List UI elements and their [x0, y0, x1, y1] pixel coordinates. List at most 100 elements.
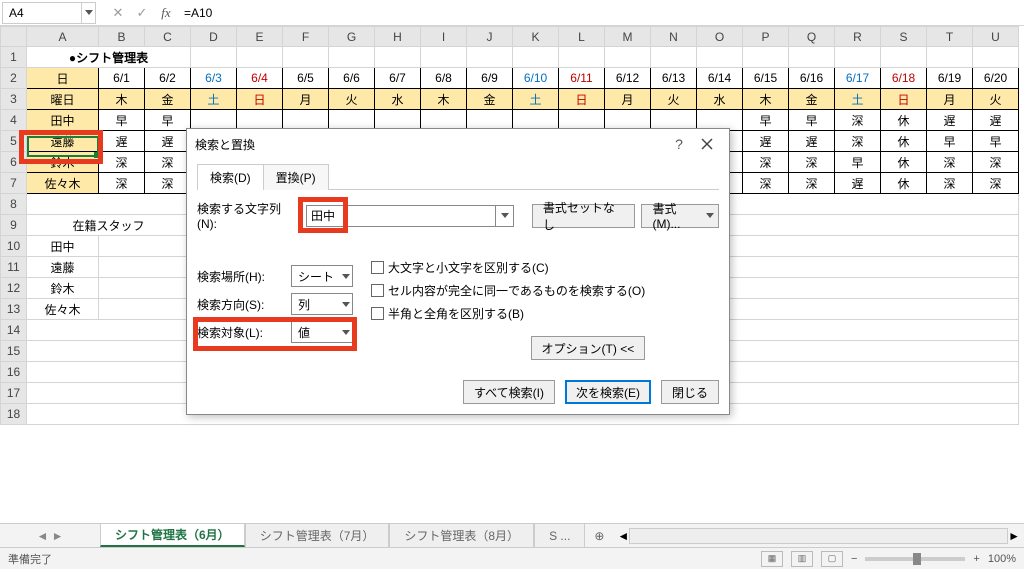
cell[interactable]: 土 [191, 89, 237, 110]
zoom-slider[interactable] [865, 557, 965, 561]
cell[interactable]: 早 [973, 131, 1019, 152]
cell[interactable]: 水 [697, 89, 743, 110]
select-all-corner[interactable] [1, 27, 27, 47]
cell[interactable]: 深 [927, 152, 973, 173]
cell[interactable]: 遅 [835, 173, 881, 194]
cell[interactable]: 6/17 [835, 68, 881, 89]
cell[interactable]: 火 [973, 89, 1019, 110]
sheet-tab[interactable]: シフト管理表（8月） [389, 524, 534, 547]
col-header[interactable]: J [467, 27, 513, 47]
col-header[interactable]: P [743, 27, 789, 47]
col-header[interactable]: S [881, 27, 927, 47]
row-header[interactable]: 1 [1, 47, 27, 68]
row-header[interactable]: 7 [1, 173, 27, 194]
cell[interactable]: 6/16 [789, 68, 835, 89]
within-select[interactable]: シート [291, 265, 353, 287]
cell[interactable]: 6/1 [99, 68, 145, 89]
cell[interactable]: 遅 [99, 131, 145, 152]
cell[interactable]: 日 [27, 68, 99, 89]
cell[interactable]: 深 [927, 173, 973, 194]
cell[interactable]: 土 [513, 89, 559, 110]
close-button[interactable]: 閉じる [661, 380, 719, 404]
cell[interactable]: 佐々木 [27, 299, 99, 320]
cell[interactable]: 水 [375, 89, 421, 110]
col-header[interactable]: U [973, 27, 1019, 47]
cell[interactable]: 早 [743, 110, 789, 131]
cell[interactable]: 6/8 [421, 68, 467, 89]
cell[interactable]: 休 [881, 152, 927, 173]
col-header[interactable]: E [237, 27, 283, 47]
row-header[interactable]: 4 [1, 110, 27, 131]
fx-icon[interactable]: fx [154, 3, 178, 23]
col-header[interactable]: I [421, 27, 467, 47]
row-header[interactable]: 5 [1, 131, 27, 152]
col-header[interactable]: N [651, 27, 697, 47]
cell[interactable]: 月 [283, 89, 329, 110]
cell[interactable]: 木 [421, 89, 467, 110]
cell[interactable]: 深 [743, 152, 789, 173]
zoom-level[interactable]: 100% [988, 553, 1016, 565]
checkbox-match-case[interactable] [371, 261, 384, 274]
cell[interactable]: 鈴木 [27, 152, 99, 173]
tab-find[interactable]: 検索(D) [197, 164, 264, 190]
cell[interactable]: 深 [973, 152, 1019, 173]
cell[interactable]: 6/9 [467, 68, 513, 89]
col-header[interactable]: L [559, 27, 605, 47]
search-direction-select[interactable]: 列 [291, 293, 353, 315]
sheet-tab[interactable]: シフト管理表（7月） [245, 524, 390, 547]
cell[interactable]: 鈴木 [27, 278, 99, 299]
sheet-tab[interactable]: S ... [534, 524, 585, 547]
cell[interactable]: 6/4 [237, 68, 283, 89]
cell[interactable]: 日 [881, 89, 927, 110]
find-what-input[interactable]: 田中 [306, 205, 496, 227]
cell[interactable]: 日 [237, 89, 283, 110]
cell[interactable]: 遅 [743, 131, 789, 152]
row-header[interactable]: 2 [1, 68, 27, 89]
col-header-A[interactable]: A [27, 27, 99, 47]
cell[interactable]: 深 [99, 152, 145, 173]
cell[interactable]: 木 [743, 89, 789, 110]
col-header[interactable]: M [605, 27, 651, 47]
col-header[interactable]: O [697, 27, 743, 47]
name-box-dropdown[interactable] [82, 2, 96, 24]
cell[interactable]: 木 [99, 89, 145, 110]
row-header[interactable]: 12 [1, 278, 27, 299]
cell[interactable]: 在籍スタッフ [27, 215, 191, 236]
cell[interactable]: 6/19 [927, 68, 973, 89]
cell[interactable]: 田中 [27, 236, 99, 257]
cell[interactable]: 6/6 [329, 68, 375, 89]
cell[interactable]: 遅 [789, 131, 835, 152]
look-in-select[interactable]: 値 [291, 321, 353, 343]
cell[interactable]: 遅 [145, 131, 191, 152]
cell[interactable]: 6/2 [145, 68, 191, 89]
row-header[interactable]: 8 [1, 194, 27, 215]
zoom-in-icon[interactable]: + [973, 553, 979, 565]
cell[interactable]: 6/14 [697, 68, 743, 89]
cell[interactable]: 6/18 [881, 68, 927, 89]
cell[interactable]: 金 [145, 89, 191, 110]
cell-title[interactable]: ●シフト管理表 [27, 47, 191, 68]
cell[interactable]: 深 [835, 131, 881, 152]
dialog-close-icon[interactable] [693, 133, 721, 155]
view-pagelayout-icon[interactable]: ▥ [791, 551, 813, 567]
row-header[interactable]: 14 [1, 320, 27, 341]
cell[interactable]: 遠藤 [27, 257, 99, 278]
cell[interactable]: 6/5 [283, 68, 329, 89]
col-header[interactable]: R [835, 27, 881, 47]
cell[interactable]: 深 [973, 173, 1019, 194]
cell[interactable]: 遅 [973, 110, 1019, 131]
row-header[interactable]: 17 [1, 383, 27, 404]
view-normal-icon[interactable]: ▦ [761, 551, 783, 567]
cell[interactable]: 早 [789, 110, 835, 131]
cell[interactable]: 遠藤 [27, 131, 99, 152]
cell[interactable]: 火 [329, 89, 375, 110]
find-next-button[interactable]: 次を検索(E) [565, 380, 651, 404]
cell[interactable]: 日 [559, 89, 605, 110]
col-header[interactable]: D [191, 27, 237, 47]
row-header[interactable]: 11 [1, 257, 27, 278]
cell[interactable]: 金 [467, 89, 513, 110]
row-header[interactable]: 13 [1, 299, 27, 320]
cell[interactable]: 早 [145, 110, 191, 131]
cell[interactable]: 佐々木 [27, 173, 99, 194]
find-what-dropdown[interactable] [496, 205, 514, 227]
